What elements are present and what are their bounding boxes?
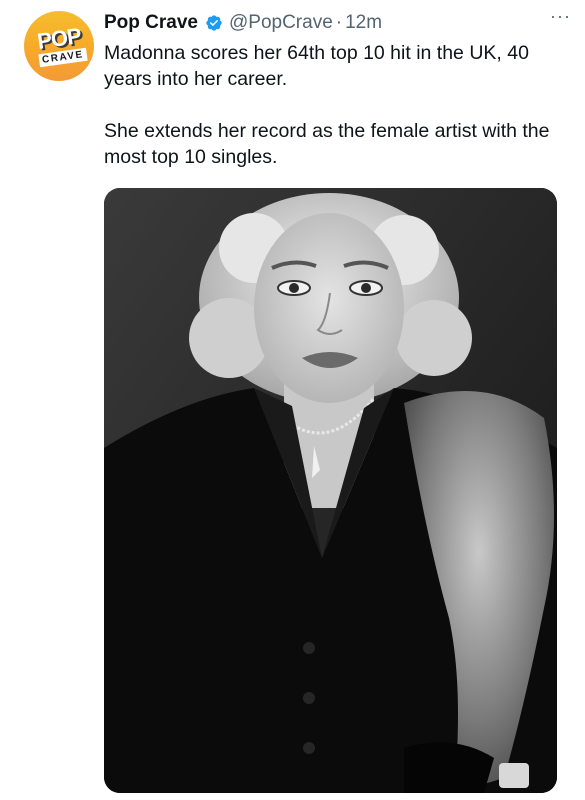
tweet-text: Madonna scores her 64th top 10 hit in th… xyxy=(104,40,574,170)
verified-badge-icon xyxy=(206,15,222,31)
handle[interactable]: @PopCrave xyxy=(229,12,333,34)
tweet-paragraph: She extends her record as the female art… xyxy=(104,120,550,168)
tweet[interactable]: POP CRAVE Pop Crave @PopCrave · 12m ··· … xyxy=(0,0,585,800)
separator-dot: · xyxy=(335,12,343,33)
tweet-photo[interactable] xyxy=(104,188,557,793)
avatar[interactable]: POP CRAVE xyxy=(24,11,94,81)
more-options-icon[interactable]: ··· xyxy=(550,6,571,27)
tweet-paragraph: Madonna scores her 64th top 10 hit in th… xyxy=(104,42,529,90)
display-name[interactable]: Pop Crave xyxy=(104,12,198,34)
portrait-photo xyxy=(104,188,557,793)
timestamp[interactable]: 12m xyxy=(345,12,382,34)
tweet-header: Pop Crave @PopCrave · 12m xyxy=(104,10,382,36)
